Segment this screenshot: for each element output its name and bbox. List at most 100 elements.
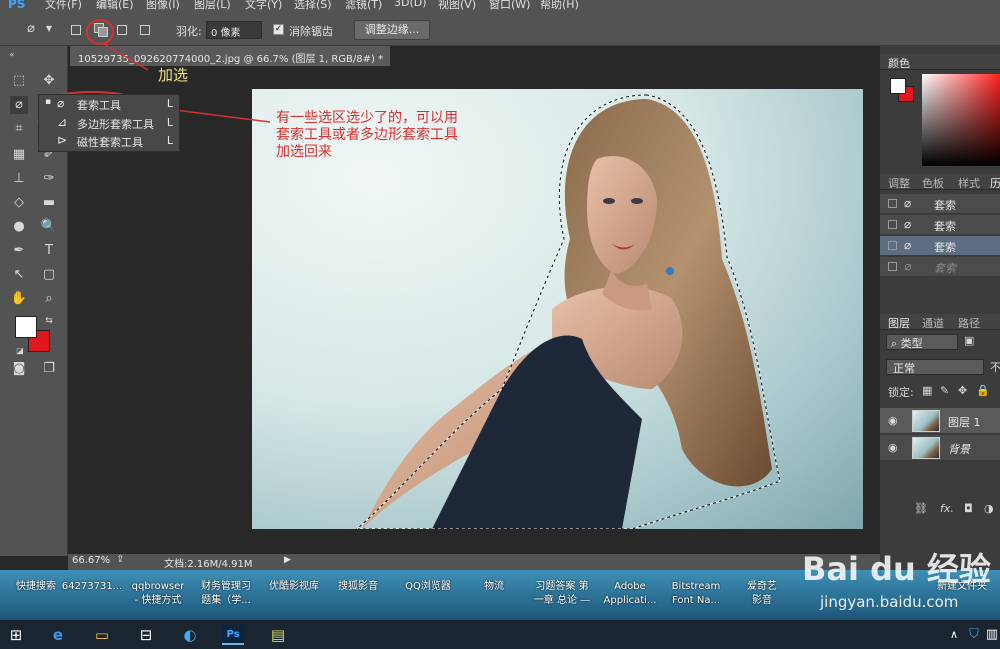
network-icon[interactable]: ▥ bbox=[982, 625, 1000, 645]
selected-bullet-icon: ▪ bbox=[45, 97, 52, 107]
history-item-selected[interactable]: ⌀ 套索 bbox=[880, 236, 1000, 256]
lasso-icon: ⌀ bbox=[904, 196, 912, 210]
shortcut-label: Bitstream bbox=[671, 581, 721, 592]
tray-app-icon[interactable]: ⛉ bbox=[964, 625, 984, 645]
history-item-label: 套索 bbox=[934, 220, 956, 233]
file-explorer-icon[interactable]: ▭ bbox=[92, 625, 112, 645]
shortcut-label-2: 一章 总论 — bbox=[533, 595, 591, 606]
lock-move-icon[interactable]: ✥ bbox=[958, 384, 967, 397]
photoshop-taskbar-icon[interactable]: Ps bbox=[222, 625, 244, 645]
blend-mode-select[interactable]: 正常 bbox=[886, 359, 984, 375]
history-item[interactable]: ⌀ 套索 bbox=[880, 215, 1000, 235]
shortcut-item[interactable]: 财务管理习题集（学... bbox=[190, 580, 262, 608]
shortcut-label-2: Applicati... bbox=[603, 595, 657, 606]
lock-label: 锁定: bbox=[888, 386, 914, 399]
history-item-undone[interactable]: ⌀ 套索 bbox=[880, 257, 1000, 277]
flyout-item-label: 磁性套索工具 bbox=[77, 136, 143, 149]
history-item[interactable]: ⌀ 套索 bbox=[880, 194, 1000, 214]
color-panel-tabs: 颜色 bbox=[880, 54, 1000, 70]
shortcut-label: 搜狐影音 bbox=[338, 581, 378, 592]
note-line-1: 有一些选区选少了的，可以用 bbox=[276, 110, 458, 126]
layer-effects-icon[interactable]: fx. bbox=[940, 502, 954, 515]
zoom-level[interactable]: 66.67% bbox=[72, 555, 110, 566]
layer-thumbnail bbox=[912, 437, 940, 459]
tab-adjustments[interactable]: 调整 bbox=[888, 175, 910, 191]
shortcut-label: 习题答案 第 bbox=[535, 581, 589, 592]
add-selection-arrow bbox=[103, 43, 149, 71]
layer-mask-icon[interactable]: ◘ bbox=[964, 502, 973, 515]
add-selection-note: 加选 bbox=[158, 66, 189, 84]
shortcut-item[interactable]: Bitstream Font Na... bbox=[660, 580, 732, 608]
layer-filter-label: 类型 bbox=[900, 337, 923, 350]
status-menu-arrow-icon[interactable]: ▶ bbox=[284, 555, 291, 565]
blend-mode-label: 正常 bbox=[893, 362, 915, 375]
qq-browser-icon[interactable]: ◐ bbox=[180, 625, 200, 645]
link-layers-icon[interactable]: ⛓ bbox=[914, 502, 928, 515]
right-panels: 颜色 调整 色板 样式 历 ⌀ 套索 ⌀ 套索 ⌀ 套索 ⌀ 套索 图层 通道 … bbox=[880, 46, 1000, 576]
history-item-label: 套索 bbox=[934, 241, 956, 254]
layer-name: 图层 1 bbox=[948, 416, 981, 429]
tab-channels[interactable]: 通道 bbox=[922, 315, 944, 331]
flyout-lasso-tool[interactable]: ▪ ⌀ 套索工具 L bbox=[39, 95, 179, 113]
color-picker-field[interactable] bbox=[922, 74, 1000, 166]
eye-icon[interactable]: ◉ bbox=[888, 441, 898, 454]
flyout-item-shortcut: L bbox=[166, 97, 173, 110]
layer-row[interactable]: ◉ 背景 bbox=[880, 435, 1000, 461]
notepad-icon[interactable]: ▤ bbox=[268, 625, 288, 645]
adjust-panel-tabs: 调整 色板 样式 历 bbox=[880, 174, 1000, 190]
image-filter-icon[interactable]: ▣ bbox=[964, 334, 974, 347]
shortcut-label: QQ浏览器 bbox=[405, 581, 451, 592]
history-checkbox bbox=[888, 220, 897, 229]
flyout-item-shortcut: L bbox=[166, 116, 173, 129]
shortcut-label: 物流 bbox=[484, 581, 504, 592]
lock-brush-icon[interactable]: ✎ bbox=[940, 384, 949, 397]
shortcut-item[interactable]: 搜狐影音 bbox=[322, 580, 394, 594]
lasso-icon: ⌀ bbox=[904, 259, 912, 273]
adjustment-layer-icon[interactable]: ◑ bbox=[984, 502, 994, 515]
history-checkbox bbox=[888, 241, 897, 250]
shortcut-item[interactable]: 习题答案 第一章 总论 — bbox=[526, 580, 598, 608]
windows-start-icon[interactable]: ⊞ bbox=[6, 625, 26, 645]
shortcut-item[interactable]: 64273731... bbox=[56, 580, 128, 594]
flyout-magnetic-lasso-tool[interactable]: ⊳ 磁性套索工具 L bbox=[39, 132, 179, 150]
note-line-2: 套索工具或者多边形套索工具 bbox=[276, 127, 458, 143]
add-selection-highlight bbox=[86, 19, 114, 45]
shortcut-label: 64273731... bbox=[61, 581, 123, 592]
shortcut-label: 财务管理习 bbox=[201, 581, 251, 592]
lock-pixels-icon[interactable]: ▦ bbox=[922, 384, 932, 397]
lock-all-icon[interactable]: 🔒 bbox=[976, 384, 990, 397]
tab-color[interactable]: 颜色 bbox=[888, 55, 910, 71]
foreground-color-swatch-top bbox=[15, 316, 37, 338]
shortcut-item[interactable]: 物流 bbox=[458, 580, 530, 594]
windows-taskbar: ⊞ e ▭ ⊟ ◐ Ps ▤ ∧ ⛉ ▥ bbox=[0, 620, 1000, 649]
note-arrow bbox=[174, 109, 271, 123]
shortcut-label-2: 题集（学... bbox=[201, 595, 251, 606]
eye-icon[interactable]: ◉ bbox=[888, 414, 898, 427]
history-item-label: 套索 bbox=[934, 262, 956, 275]
shortcut-item[interactable]: 爱奇艺 影音 bbox=[726, 580, 798, 608]
layer-filter-select[interactable]: ⌕ 类型 bbox=[886, 334, 958, 350]
shortcut-label-2: Font Na... bbox=[671, 595, 721, 606]
watermark-brand: Bai du 经验 bbox=[802, 550, 991, 588]
flyout-polygonal-lasso-tool[interactable]: ⊿ 多边形套索工具 L bbox=[39, 114, 179, 132]
tab-swatches[interactable]: 色板 bbox=[922, 175, 944, 191]
tab-paths[interactable]: 路径 bbox=[958, 315, 980, 331]
layer-row[interactable]: ◉ 图层 1 bbox=[880, 408, 1000, 434]
shortcut-item[interactable]: 优酷影视库 bbox=[258, 580, 330, 594]
tab-history[interactable]: 历 bbox=[990, 175, 1000, 191]
store-icon[interactable]: ⊟ bbox=[136, 625, 156, 645]
shortcut-item[interactable]: qqbrowser - 快捷方式 bbox=[122, 580, 194, 608]
tray-chevron-icon[interactable]: ∧ bbox=[944, 625, 964, 645]
shortcut-label: 爱奇艺 bbox=[747, 581, 777, 592]
shortcut-label: Adobe bbox=[614, 581, 646, 592]
flyout-item-label: 套索工具 bbox=[77, 99, 121, 112]
export-icon[interactable]: ⇪ bbox=[116, 554, 124, 565]
edge-browser-icon[interactable]: e bbox=[48, 625, 68, 645]
shortcut-item[interactable]: Adobe Applicati... bbox=[594, 580, 666, 608]
tab-layers[interactable]: 图层 bbox=[888, 315, 910, 331]
lasso-icon: ⌀ bbox=[904, 217, 912, 231]
shortcut-item[interactable]: QQ浏览器 bbox=[392, 580, 464, 594]
tab-styles[interactable]: 样式 bbox=[958, 175, 980, 191]
shortcut-label-2: - 快捷方式 bbox=[134, 595, 182, 606]
flyout-item-label: 多边形套索工具 bbox=[77, 118, 154, 131]
